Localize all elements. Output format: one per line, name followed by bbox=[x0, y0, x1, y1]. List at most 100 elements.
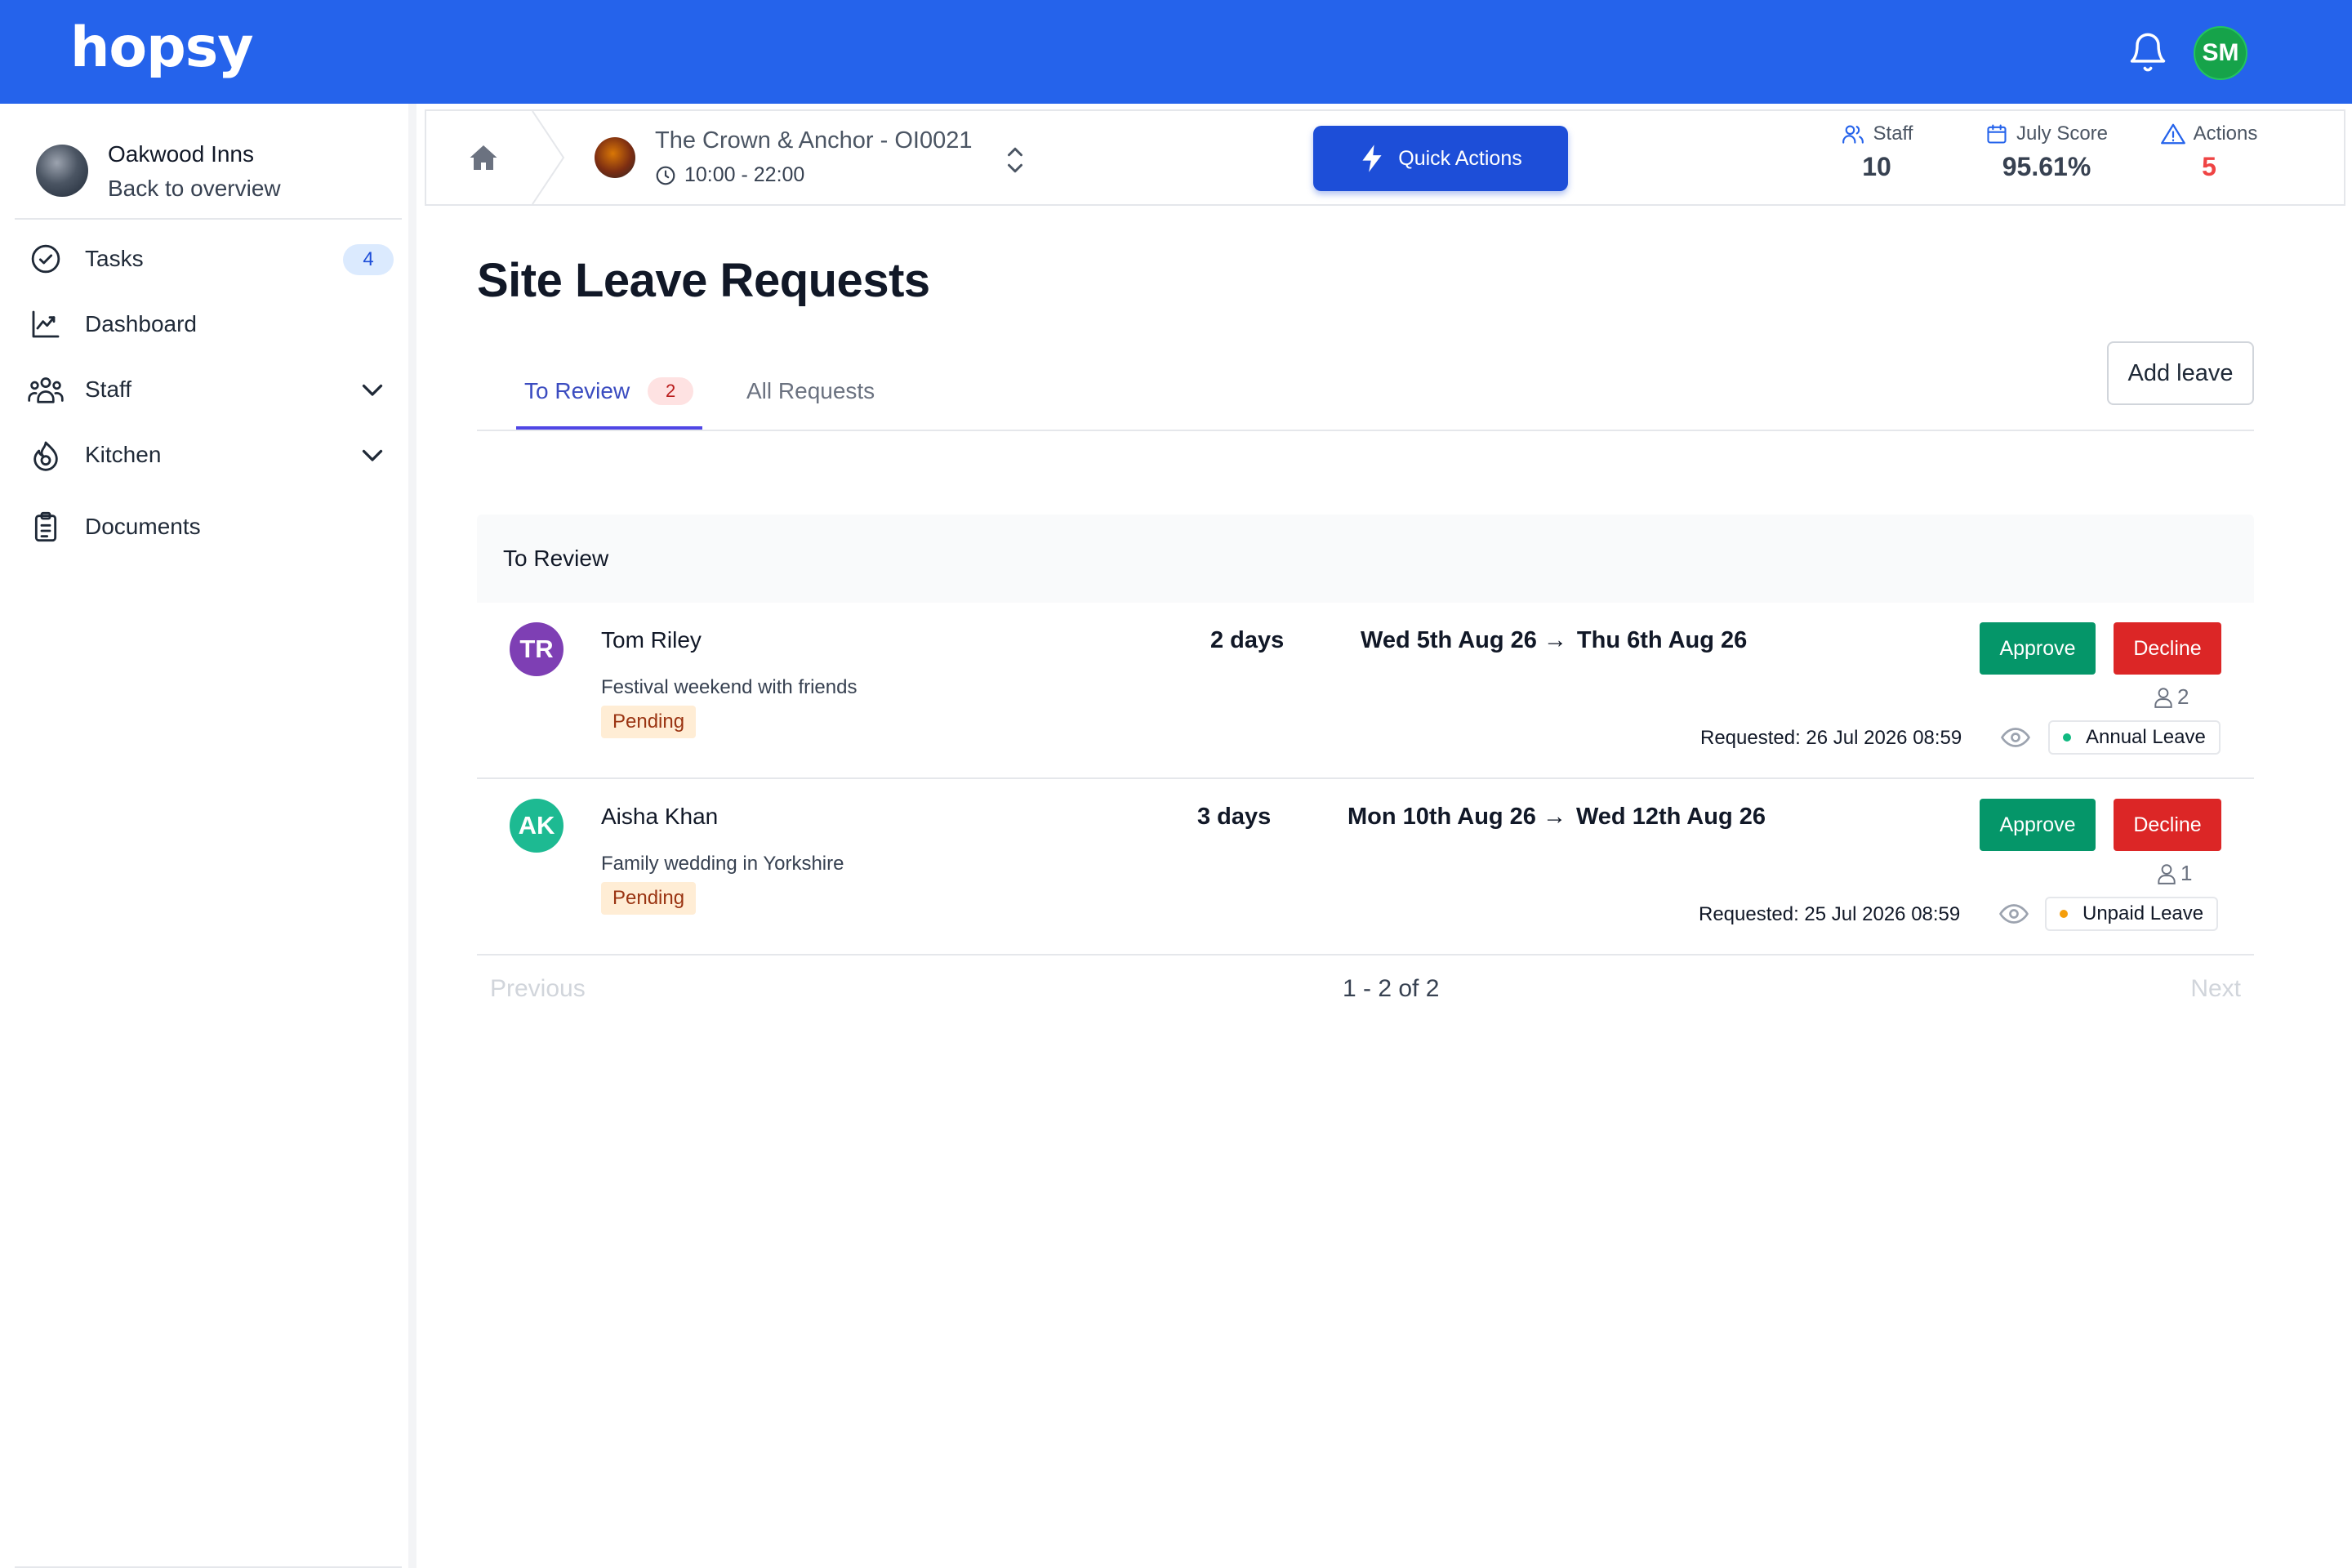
clock-icon bbox=[656, 166, 675, 185]
sidebar-item-label: Kitchen bbox=[85, 442, 162, 467]
leave-start: Mon 10th Aug 26 bbox=[1348, 804, 1536, 830]
breadcrumb-home[interactable] bbox=[426, 111, 532, 204]
decline-button[interactable]: Decline bbox=[2114, 622, 2221, 675]
stat-staff[interactable]: Staff 10 bbox=[1828, 122, 1926, 182]
active-tab-indicator bbox=[516, 426, 702, 430]
org-switcher[interactable]: Oakwood Inns Back to overview bbox=[36, 136, 403, 210]
leave-dates: Mon 10th Aug 26 → Wed 12th Aug 26 bbox=[1348, 804, 1766, 831]
sidebar-item-label: Dashboard bbox=[85, 311, 197, 336]
requested-date: Requested: 25 Jul 2026 08:59 bbox=[1699, 903, 1961, 925]
next-page-button[interactable]: Next bbox=[2190, 975, 2241, 1003]
stat-actions[interactable]: Actions 5 bbox=[2148, 122, 2270, 182]
leave-type-dot bbox=[2060, 910, 2068, 918]
status-badge: Pending bbox=[601, 882, 697, 915]
quick-actions-label: Quick Actions bbox=[1398, 146, 1522, 170]
sidebar-item-label: Documents bbox=[85, 514, 201, 539]
requested-date: Requested: 26 Jul 2026 08:59 bbox=[1700, 727, 1962, 749]
leave-reason: Festival weekend with friends bbox=[601, 676, 858, 698]
employee-name[interactable]: Aisha Khan bbox=[601, 804, 718, 830]
sidebar-item-label: Staff bbox=[85, 376, 132, 402]
sidebar-item-kitchen[interactable]: Kitchen bbox=[26, 432, 394, 478]
overlap-count-value: 2 bbox=[2177, 684, 2189, 709]
eye-icon[interactable] bbox=[2001, 725, 2030, 750]
back-to-overview-link[interactable]: Back to overview bbox=[108, 176, 281, 202]
sidebar-item-label: Tasks bbox=[85, 246, 144, 271]
clipboard-icon bbox=[26, 507, 65, 546]
tab-label: To Review bbox=[524, 378, 630, 403]
chart-line-icon bbox=[26, 305, 65, 344]
overlap-count-value: 1 bbox=[2180, 861, 2193, 885]
leave-type-label: Unpaid Leave bbox=[2082, 902, 2204, 924]
stat-value: 10 bbox=[1862, 152, 1891, 181]
leave-end: Thu 6th Aug 26 bbox=[1576, 627, 1748, 653]
avatar: TR bbox=[510, 622, 564, 676]
request-row: TR Tom Riley Festival weekend with frien… bbox=[477, 603, 2254, 779]
leave-type-dot bbox=[2063, 733, 2071, 742]
tab-all-requests[interactable]: All Requests bbox=[746, 351, 875, 431]
flame-icon bbox=[26, 435, 65, 474]
leave-duration: 2 days bbox=[1210, 627, 1285, 653]
sidebar-item-staff[interactable]: Staff bbox=[26, 367, 394, 412]
person-icon bbox=[2158, 863, 2176, 884]
user-avatar[interactable]: SM bbox=[2194, 26, 2247, 80]
sidebar-item-dashboard[interactable]: Dashboard bbox=[26, 301, 394, 347]
top-bar: hopsy SM bbox=[0, 0, 2352, 104]
employee-name[interactable]: Tom Riley bbox=[601, 627, 702, 653]
overlap-count: 2 bbox=[2153, 684, 2189, 710]
breadcrumb-separator bbox=[532, 111, 565, 204]
home-icon[interactable] bbox=[469, 144, 498, 172]
overlap-count: 1 bbox=[2156, 861, 2192, 886]
arrow-right-icon: → bbox=[1542, 804, 1566, 830]
leave-start: Wed 5th Aug 26 bbox=[1361, 627, 1537, 653]
stat-july-score[interactable]: July Score 95.61% bbox=[1965, 122, 2128, 182]
stat-label: Staff bbox=[1873, 122, 1913, 145]
avatar: AK bbox=[510, 799, 564, 853]
leave-duration: 3 days bbox=[1197, 804, 1272, 830]
warning-icon bbox=[2160, 123, 2185, 145]
pagination: Previous 1 - 2 of 2 Next bbox=[477, 972, 2254, 1009]
chevron-down-icon[interactable] bbox=[358, 375, 387, 404]
bell-icon[interactable] bbox=[2127, 31, 2169, 74]
site-name[interactable]: The Crown & Anchor - OI0021 bbox=[655, 127, 972, 154]
org-name: Oakwood Inns bbox=[108, 141, 254, 167]
tasks-count-badge: 4 bbox=[343, 244, 394, 275]
hopsy-logo[interactable]: hopsy bbox=[70, 11, 254, 85]
lightning-icon bbox=[1362, 145, 1382, 172]
site-header: The Crown & Anchor - OI0021 10:00 - 22:0… bbox=[425, 109, 2345, 206]
add-leave-button[interactable]: Add leave bbox=[2107, 341, 2254, 405]
sidebar-item-documents[interactable]: Documents bbox=[26, 504, 394, 550]
previous-page-button[interactable]: Previous bbox=[490, 975, 586, 1003]
org-image bbox=[36, 145, 88, 197]
site-image bbox=[595, 137, 635, 178]
request-row: AK Aisha Khan Family wedding in Yorkshir… bbox=[477, 779, 2254, 956]
tab-to-review[interactable]: To Review 2 bbox=[516, 351, 702, 431]
tab-count-badge: 2 bbox=[648, 377, 694, 405]
tabs: To Review 2 All Requests Add leave bbox=[477, 341, 2254, 431]
chevron-up-down-icon[interactable] bbox=[1003, 144, 1027, 176]
stat-label: Actions bbox=[2193, 122, 2258, 145]
eye-icon[interactable] bbox=[1999, 902, 2029, 926]
site-hours-text: 10:00 - 22:00 bbox=[684, 163, 805, 186]
calendar-icon bbox=[1987, 124, 2007, 144]
panel-title: To Review bbox=[477, 514, 2254, 603]
arrow-right-icon: → bbox=[1543, 627, 1567, 653]
decline-button[interactable]: Decline bbox=[2114, 799, 2221, 851]
site-hours: 10:00 - 22:00 bbox=[655, 163, 804, 187]
approve-button[interactable]: Approve bbox=[1980, 799, 2096, 851]
chevron-down-icon[interactable] bbox=[358, 440, 387, 470]
pagination-summary: 1 - 2 of 2 bbox=[1343, 975, 1440, 1002]
users-icon bbox=[26, 370, 65, 409]
sidebar-item-tasks[interactable]: Tasks 4 bbox=[26, 236, 394, 282]
page-title: Site Leave Requests bbox=[477, 254, 930, 307]
leave-reason: Family wedding in Yorkshire bbox=[601, 853, 844, 875]
stat-value: 5 bbox=[2202, 152, 2216, 181]
status-badge: Pending bbox=[601, 706, 697, 738]
check-circle-icon bbox=[26, 239, 65, 278]
requests-panel: To Review TR Tom Riley Festival weekend … bbox=[477, 514, 2254, 956]
person-icon bbox=[2154, 687, 2172, 708]
approve-button[interactable]: Approve bbox=[1980, 622, 2096, 675]
quick-actions-button[interactable]: Quick Actions bbox=[1313, 126, 1568, 191]
leave-type-label: Annual Leave bbox=[2086, 726, 2206, 748]
leave-type-badge: Annual Leave bbox=[2048, 720, 2221, 755]
leave-dates: Wed 5th Aug 26 → Thu 6th Aug 26 bbox=[1361, 627, 1747, 654]
